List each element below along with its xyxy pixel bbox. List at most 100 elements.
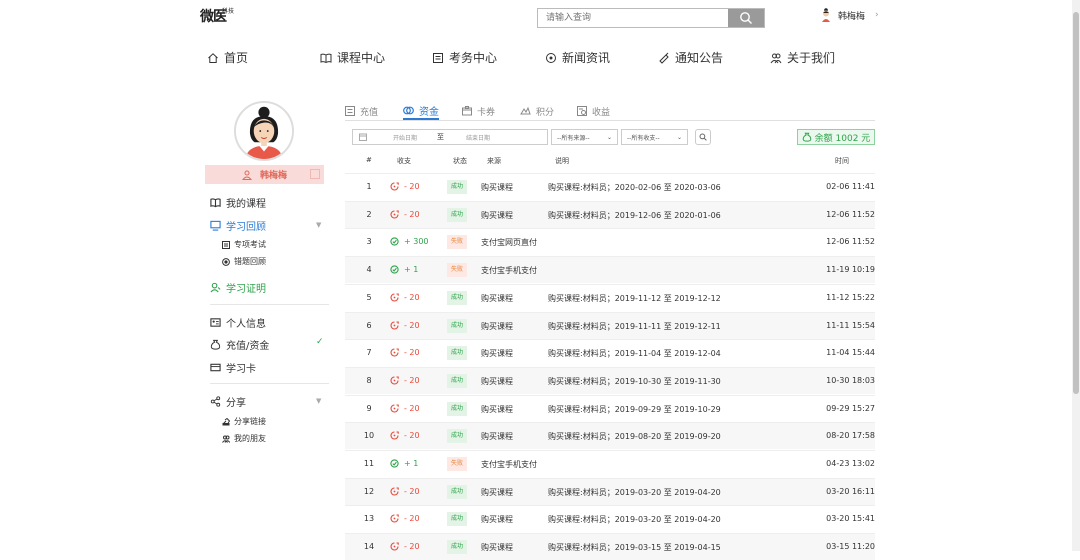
table-row[interactable]: 9 - 20 成功 购买课程 购买课程:材料员；2019-09-29 至 2019-10… — [345, 394, 875, 422]
table-row[interactable]: 8 - 20 成功 购买课程 购买课程:材料员；2019-10-30 至 2019-11… — [345, 366, 875, 394]
sidebar-subitem-share-link[interactable]: 分享链接 — [222, 416, 266, 427]
row-amount-value: - 20 — [404, 348, 420, 358]
income-icon — [390, 237, 399, 247]
expense-icon — [390, 376, 399, 385]
nav-item-notices[interactable]: 通知公告 — [658, 49, 723, 66]
nav-item-courses[interactable]: 课程中心 — [320, 49, 385, 66]
monitor-icon — [210, 220, 221, 231]
table-row[interactable]: 1 - 20 成功 购买课程 购买课程:材料员；2020-02-06 至 2020-03… — [345, 173, 875, 200]
expense-icon — [390, 487, 399, 496]
status-badge: 失败 — [447, 263, 468, 278]
row-index: 1 — [366, 182, 372, 191]
nav-item-exams[interactable]: 考务中心 — [432, 49, 497, 66]
expense-icon — [390, 404, 399, 413]
table-row[interactable]: 11 + 1 失败 支付宝手机支付 04-23 13:02 — [345, 450, 875, 477]
row-amount: - 20 — [390, 210, 420, 219]
user-name: 韩梅梅 — [838, 11, 866, 22]
row-index: 14 — [363, 542, 375, 552]
status-badge: 成功 — [447, 401, 468, 416]
book-icon — [320, 53, 332, 63]
sidebar-item-share[interactable]: 分享 — [210, 394, 246, 409]
date-range-separator: 至 — [437, 133, 445, 141]
megaphone-icon — [659, 52, 669, 64]
sidebar-item-personal-info[interactable]: 个人信息 — [210, 315, 266, 330]
column-header-amount: 收支 — [397, 157, 411, 165]
chevron-down-icon[interactable]: ▼ — [316, 221, 321, 229]
table-row[interactable]: 12 - 20 成功 购买课程 购买课程:材料员；2019-03-20 至 2019-0… — [345, 477, 875, 505]
status-badge: 成功 — [447, 290, 468, 305]
table-row[interactable]: 5 - 20 成功 购买课程 购买课程:材料员；2019-11-12 至 2019-12… — [345, 283, 875, 311]
date-range-picker[interactable]: 开始日期 至 结束日期 — [352, 129, 548, 145]
sidebar-subitem-special-exam[interactable]: 专项考试 — [222, 239, 266, 250]
row-description: 购买课程:材料员；2019-11-12 至 2019-12-12 — [548, 293, 721, 303]
sidebar-subitem-wrong-review[interactable]: 错题回顾 — [222, 256, 266, 267]
card-icon — [210, 363, 221, 372]
tab-earnings[interactable]: 收益 — [577, 102, 610, 120]
row-amount: - 20 — [390, 348, 420, 357]
nav-item-home[interactable]: 首页 — [207, 49, 248, 66]
nav-label: 首页 — [224, 51, 249, 65]
sidebar-subitem-my-friends[interactable]: 我的朋友 — [222, 433, 266, 444]
profile-name-bar[interactable]: 韩梅梅 — [205, 165, 324, 184]
source-select[interactable]: --所有来源-- ⌄ — [551, 129, 618, 145]
table-row[interactable]: 6 - 20 成功 购买课程 购买课程:材料员；2019-11-11 至 2019-12… — [345, 311, 875, 339]
table-row[interactable]: 10 - 20 成功 购买课程 购买课程:材料员；2019-08-20 至 2019-0… — [345, 422, 875, 450]
status-badge: 成功 — [447, 540, 468, 555]
row-index: 6 — [366, 320, 372, 330]
profile-avatar[interactable] — [234, 101, 294, 161]
income-expense-select[interactable]: --所有收支-- ⌄ — [621, 129, 688, 145]
tab-funds[interactable]: 资金 — [403, 102, 439, 120]
user-menu[interactable]: 韩梅梅 › — [820, 8, 879, 22]
sidebar-subitem-label: 我的朋友 — [234, 434, 266, 443]
sidebar-item-study-card[interactable]: 学习卡 — [210, 360, 256, 375]
main-nav: 首页 课程中心 考务中心 新闻资讯 通知公告 关于我们 — [0, 49, 1080, 67]
query-button[interactable] — [695, 129, 711, 145]
row-amount: - 20 — [390, 487, 420, 496]
edit-profile-icon[interactable] — [310, 169, 320, 179]
row-description: 购买课程:材料员；2019-11-11 至 2019-12-11 — [548, 321, 721, 331]
nav-item-news[interactable]: 新闻资讯 — [545, 49, 610, 66]
row-amount-value: - 20 — [404, 514, 420, 524]
sidebar-item-study-review[interactable]: 学习回顾 — [210, 218, 266, 233]
row-source: 购买课程 — [481, 487, 513, 497]
sidebar-item-recharge-funds[interactable]: 充值/资金 — [210, 337, 269, 352]
status-badge: 成功 — [447, 180, 468, 194]
row-source: 购买课程 — [481, 293, 513, 303]
site-logo[interactable]: 微医 科技 — [200, 6, 240, 28]
chevron-down-icon[interactable]: ▼ — [316, 397, 321, 405]
row-source: 购买课程 — [481, 183, 513, 192]
friends-icon — [222, 435, 230, 443]
scrollbar-thumb[interactable] — [1073, 12, 1079, 394]
tab-points[interactable]: 积分 — [520, 102, 554, 120]
table-row[interactable]: 2 - 20 成功 购买课程 购买课程:材料员；2019-12-06 至 2020-01… — [345, 200, 875, 228]
tab-coupons[interactable]: 卡券 — [462, 102, 495, 120]
sidebar-item-label: 我的课程 — [226, 199, 266, 210]
row-amount-value: + 300 — [404, 237, 429, 247]
row-amount: - 20 — [390, 431, 420, 440]
table-row[interactable]: 4 + 1 失败 支付宝手机支付 11-19 10:19 — [345, 256, 875, 284]
page-scrollbar[interactable] — [1072, 0, 1080, 551]
row-amount: + 1 — [390, 265, 418, 274]
row-time: 03-20 16:11 — [826, 486, 875, 496]
sidebar-item-my-courses[interactable]: 我的课程 — [210, 195, 266, 210]
row-source: 购买课程 — [481, 515, 513, 525]
link-icon — [222, 417, 230, 425]
status-badge: 成功 — [447, 207, 468, 222]
nav-item-about[interactable]: 关于我们 — [770, 49, 835, 66]
row-index: 13 — [363, 514, 375, 524]
search-button[interactable] — [728, 9, 764, 27]
account-tabs: 充值 资金 卡券 积分 收益 — [345, 102, 875, 121]
tab-recharge[interactable]: 充值 — [345, 102, 378, 120]
tab-label: 收益 — [592, 107, 611, 118]
row-amount-value: - 20 — [404, 375, 420, 385]
row-source: 购买课程 — [481, 321, 513, 331]
table-row[interactable]: 14 - 20 成功 购买课程 购买课程:材料员；2019-03-15 至 2019-0… — [345, 533, 875, 560]
table-row[interactable]: 7 - 20 成功 购买课程 购买课程:材料员；2019-11-04 至 2019-12… — [345, 339, 875, 366]
nav-label: 考务中心 — [449, 51, 498, 65]
search-input[interactable] — [538, 9, 730, 27]
row-amount-value: - 20 — [404, 209, 420, 219]
row-amount: + 1 — [390, 459, 418, 468]
table-row[interactable]: 3 + 300 失败 支付宝网页直付 12-06 11:52 — [345, 228, 875, 255]
sidebar-item-certificate[interactable]: 学习证明 — [210, 280, 266, 295]
table-row[interactable]: 13 - 20 成功 购买课程 购买课程:材料员；2019-03-20 至 2019-0… — [345, 505, 875, 532]
